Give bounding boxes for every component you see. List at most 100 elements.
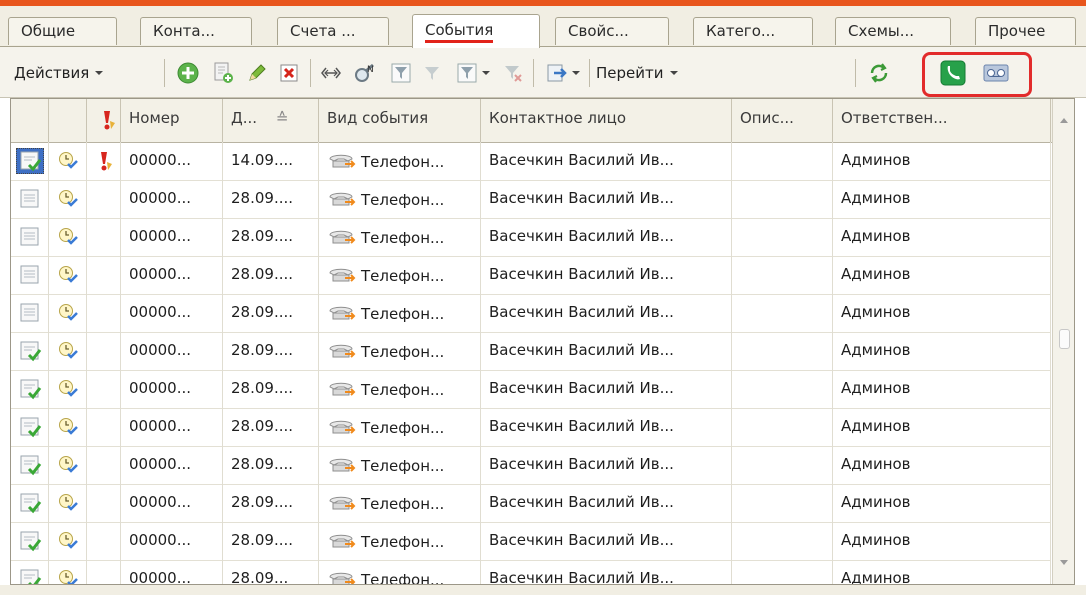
- cell-responsible[interactable]: Админов: [833, 332, 1051, 370]
- cell-contact[interactable]: Васечкин Василий Ив...: [481, 332, 732, 370]
- cell-date[interactable]: 28.09....: [223, 370, 319, 408]
- cell-number[interactable]: 00000...: [121, 446, 223, 484]
- cell-priority[interactable]: [87, 560, 121, 584]
- cell-date[interactable]: 28.09....: [223, 256, 319, 294]
- cell-contact[interactable]: Васечкин Василий Ив...: [481, 484, 732, 522]
- table-row[interactable]: 00000... 28.09.... Телефон... Васечкин Васи…: [11, 180, 1051, 219]
- cell-number[interactable]: 00000...: [121, 256, 223, 294]
- cell-date[interactable]: 28.09....: [223, 408, 319, 446]
- cell-reminder[interactable]: [49, 446, 87, 484]
- cell-reminder[interactable]: [49, 180, 87, 218]
- column-header-date[interactable]: Д... ≙: [223, 99, 319, 142]
- tab-properties[interactable]: Свойс...: [555, 17, 669, 45]
- cell-priority[interactable]: [87, 332, 121, 370]
- cell-date[interactable]: 28.09....: [223, 294, 319, 332]
- table-row[interactable]: 00000... 28.09... Телефон... Васечкин Васил…: [11, 560, 1051, 584]
- table-row[interactable]: 00000... 28.09.... Телефон... Васечкин Васи…: [11, 332, 1051, 371]
- cell-state[interactable]: [11, 370, 49, 408]
- table-row[interactable]: 00000... 28.09.... Телефон... Васечкин Васи…: [11, 256, 1051, 295]
- cell-reminder[interactable]: [49, 370, 87, 408]
- cell-state[interactable]: [11, 142, 49, 180]
- tab-general[interactable]: Общие: [8, 17, 117, 45]
- cell-event-type[interactable]: Телефон...: [319, 332, 481, 370]
- cell-date[interactable]: 28.09....: [223, 332, 319, 370]
- cell-event-type[interactable]: Телефон...: [319, 180, 481, 218]
- column-header-priority[interactable]: [87, 99, 121, 142]
- cell-state[interactable]: [11, 446, 49, 484]
- cell-date[interactable]: 28.09....: [223, 180, 319, 218]
- cell-number[interactable]: 00000...: [121, 332, 223, 370]
- cell-number[interactable]: 00000...: [121, 218, 223, 256]
- cell-description[interactable]: [732, 294, 833, 332]
- scroll-up-icon[interactable]: [1053, 109, 1075, 131]
- column-header-state[interactable]: [11, 99, 49, 142]
- edit-button[interactable]: [242, 61, 272, 85]
- cell-contact[interactable]: Васечкин Василий Ив...: [481, 256, 732, 294]
- cell-date[interactable]: 28.09....: [223, 218, 319, 256]
- cell-responsible[interactable]: Админов: [833, 522, 1051, 560]
- cell-event-type[interactable]: Телефон...: [319, 370, 481, 408]
- table-row[interactable]: 00000... 14.09.... Телефон... Васечкин Васи…: [11, 142, 1051, 181]
- cell-priority[interactable]: [87, 522, 121, 560]
- cell-state[interactable]: [11, 560, 49, 584]
- cell-event-type[interactable]: Телефон...: [319, 294, 481, 332]
- cell-reminder[interactable]: [49, 560, 87, 584]
- table-row[interactable]: 00000... 28.09.... Телефон... Васечкин Васи…: [11, 370, 1051, 409]
- cell-state[interactable]: [11, 180, 49, 218]
- cell-reminder[interactable]: [49, 522, 87, 560]
- table-row[interactable]: 00000... 28.09.... Телефон... Васечкин Васи…: [11, 408, 1051, 447]
- cell-reminder[interactable]: [49, 294, 87, 332]
- tab-schemes[interactable]: Схемы...: [835, 17, 951, 45]
- delete-button[interactable]: [274, 61, 304, 85]
- cell-event-type[interactable]: Телефон...: [319, 446, 481, 484]
- cell-state[interactable]: [11, 256, 49, 294]
- scroll-down-icon[interactable]: [1053, 551, 1075, 573]
- cell-event-type[interactable]: Телефон...: [319, 142, 481, 180]
- cell-description[interactable]: [732, 180, 833, 218]
- cell-contact[interactable]: Васечкин Василий Ив...: [481, 294, 732, 332]
- cell-number[interactable]: 00000...: [121, 560, 223, 584]
- cell-priority[interactable]: [87, 484, 121, 522]
- cell-event-type[interactable]: Телефон...: [319, 408, 481, 446]
- tab-other[interactable]: Прочее: [975, 17, 1076, 45]
- cell-date[interactable]: 28.09...: [223, 560, 319, 584]
- cell-responsible[interactable]: Админов: [833, 142, 1051, 180]
- hierarchy-button[interactable]: [316, 61, 346, 85]
- cell-date[interactable]: 28.09....: [223, 446, 319, 484]
- cell-priority[interactable]: [87, 256, 121, 294]
- find-button[interactable]: N: [350, 61, 380, 85]
- cell-state[interactable]: [11, 522, 49, 560]
- cell-event-type[interactable]: Телефон...: [319, 218, 481, 256]
- cell-state[interactable]: [11, 484, 49, 522]
- cell-state[interactable]: [11, 408, 49, 446]
- goto-based-button[interactable]: [540, 61, 586, 85]
- copy-button[interactable]: [207, 61, 239, 85]
- table-row[interactable]: 00000... 28.09.... Телефон... Васечкин Васи…: [11, 218, 1051, 257]
- column-header-contact[interactable]: Контактное лицо: [481, 99, 732, 142]
- cell-state[interactable]: [11, 294, 49, 332]
- cell-event-type[interactable]: Телефон...: [319, 522, 481, 560]
- cell-responsible[interactable]: Админов: [833, 446, 1051, 484]
- cell-event-type[interactable]: Телефон...: [319, 256, 481, 294]
- filter-button[interactable]: [386, 61, 416, 85]
- column-header-event-type[interactable]: Вид события: [319, 99, 481, 142]
- cell-description[interactable]: [732, 484, 833, 522]
- cell-number[interactable]: 00000...: [121, 142, 223, 180]
- cell-priority[interactable]: [87, 218, 121, 256]
- table-row[interactable]: 00000... 28.09.... Телефон... Васечкин Васи…: [11, 484, 1051, 523]
- column-header-reminder[interactable]: [49, 99, 87, 142]
- cell-contact[interactable]: Васечкин Василий Ив...: [481, 370, 732, 408]
- cell-reminder[interactable]: [49, 142, 87, 180]
- tab-accounts[interactable]: Счета ...: [277, 17, 389, 45]
- cell-priority[interactable]: [87, 408, 121, 446]
- cell-responsible[interactable]: Админов: [833, 180, 1051, 218]
- cell-contact[interactable]: Васечкин Василий Ив...: [481, 560, 732, 584]
- cell-responsible[interactable]: Админов: [833, 408, 1051, 446]
- cell-responsible[interactable]: Админов: [833, 218, 1051, 256]
- scroll-thumb[interactable]: [1059, 329, 1070, 349]
- cell-description[interactable]: [732, 446, 833, 484]
- cell-number[interactable]: 00000...: [121, 484, 223, 522]
- cell-description[interactable]: [732, 256, 833, 294]
- cell-description[interactable]: [732, 332, 833, 370]
- cell-number[interactable]: 00000...: [121, 408, 223, 446]
